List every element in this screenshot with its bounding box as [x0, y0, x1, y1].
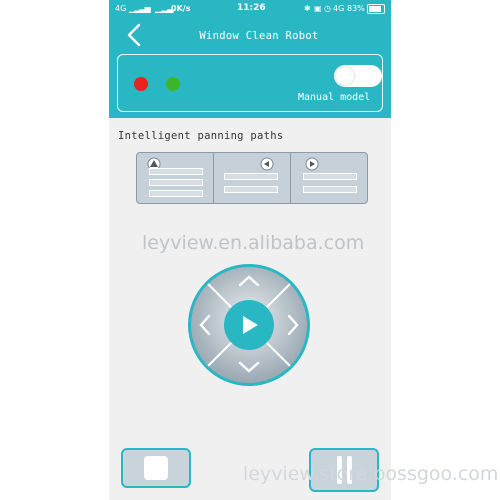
status-time: 11:26 — [237, 3, 266, 13]
direction-pad — [188, 264, 310, 386]
speed-text: 0K/s — [171, 4, 191, 13]
red-indicator — [134, 77, 148, 91]
watermark-footer: leyview.store.bossgoo.com — [243, 463, 499, 485]
page-title: Window Clean Robot — [199, 30, 319, 42]
manual-mode-toggle[interactable] — [334, 65, 382, 87]
battery-icon — [367, 4, 385, 14]
chevron-left-icon[interactable] — [123, 22, 145, 48]
status-bar: 4G ▁▂▃▅ ▁▂▃ 0K/s 11:26 ✱ ▣ ◷ 4G 83% — [109, 0, 391, 18]
path-option-2[interactable] — [214, 153, 291, 203]
alarm-icon: ◷ — [324, 4, 331, 13]
path-selector — [136, 152, 368, 204]
green-indicator — [166, 77, 180, 91]
lock-icon: ▣ — [314, 4, 322, 13]
bluetooth-icon: ✱ — [304, 4, 311, 13]
network-right: 4G — [333, 4, 345, 13]
app-header: 4G ▁▂▃▅ ▁▂▃ 0K/s 11:26 ✱ ▣ ◷ 4G 83% Wind… — [109, 0, 391, 118]
signal-icon: ▁▂▃▅ — [129, 4, 151, 13]
network-left: 4G — [115, 4, 127, 13]
stop-button[interactable] — [121, 448, 191, 488]
start-button[interactable] — [224, 300, 274, 350]
status-panel: Manual model — [117, 54, 383, 112]
path-option-1[interactable] — [137, 153, 214, 203]
watermark-center: leyview.en.alibaba.com — [142, 232, 365, 254]
path-option-3[interactable] — [291, 153, 367, 203]
toggle-knob — [336, 67, 354, 85]
phone-screen: 4G ▁▂▃▅ ▁▂▃ 0K/s 11:26 ✱ ▣ ◷ 4G 83% Wind… — [109, 0, 391, 500]
battery-text: 83% — [347, 4, 365, 13]
speaker-left-icon — [260, 157, 274, 171]
stop-icon — [144, 456, 168, 480]
play-right-icon — [305, 157, 319, 171]
paths-label: Intelligent panning paths — [118, 130, 284, 142]
mode-label: Manual model — [298, 92, 371, 103]
